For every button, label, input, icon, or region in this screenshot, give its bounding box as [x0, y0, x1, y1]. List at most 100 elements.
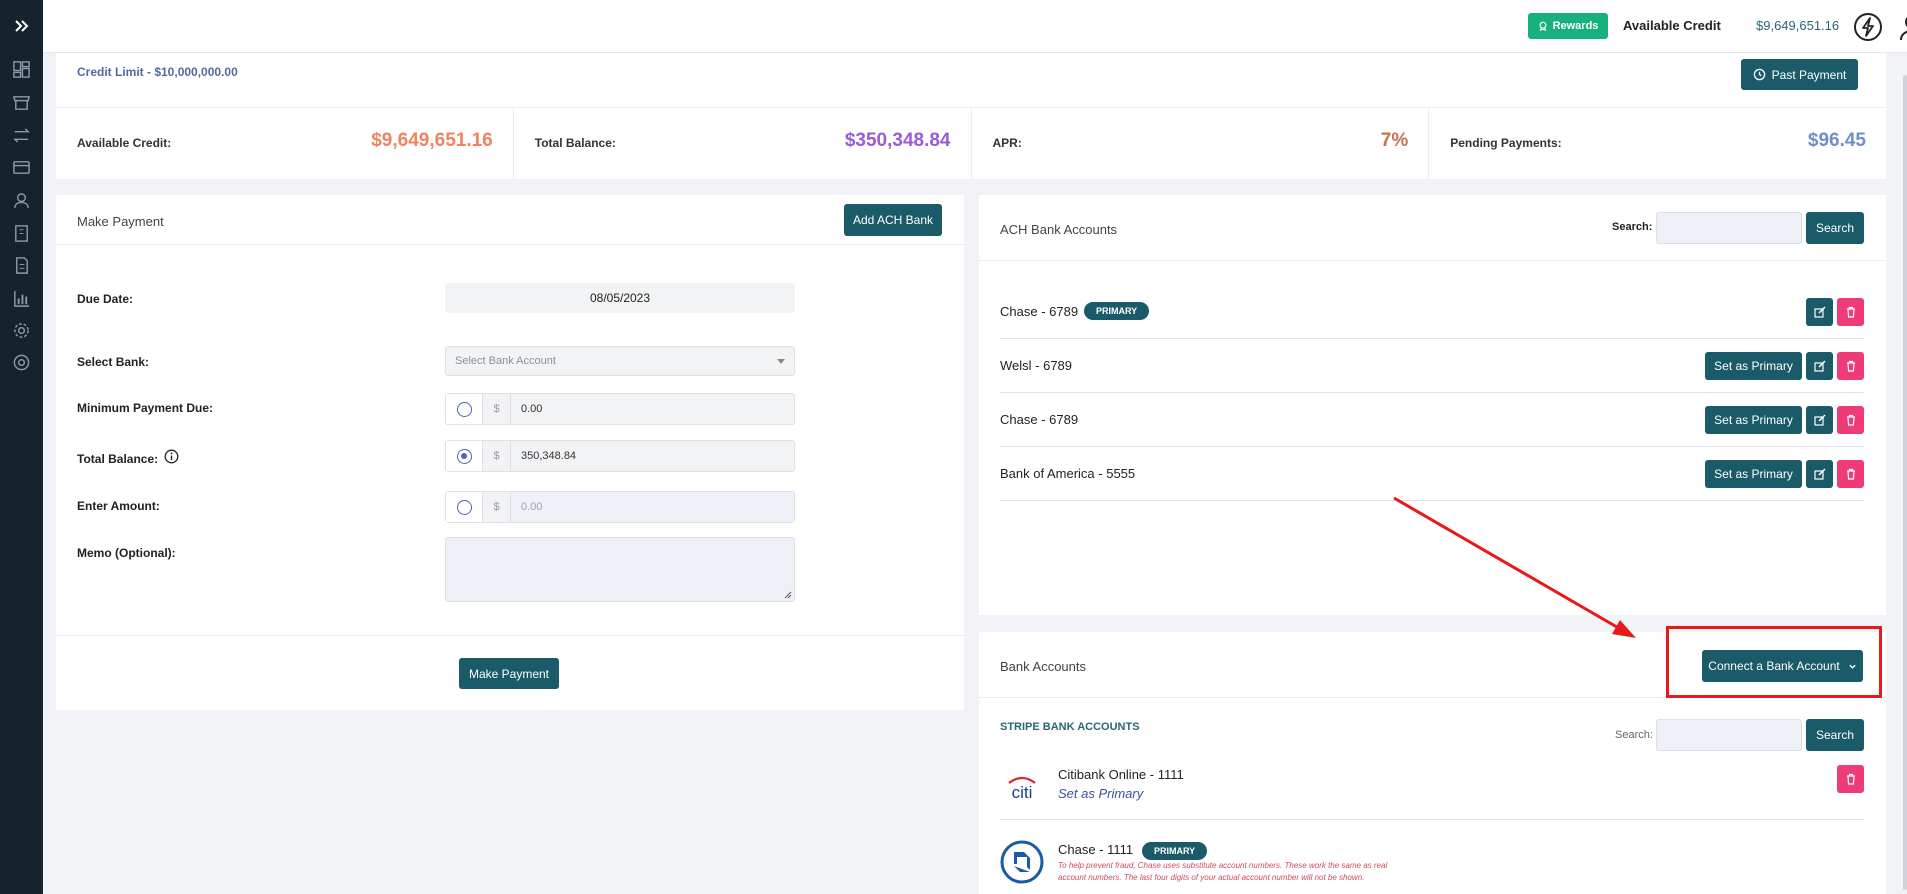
profile-icon[interactable]: [1899, 13, 1907, 41]
document-icon[interactable]: [12, 256, 31, 275]
make-payment-button[interactable]: Make Payment: [459, 658, 559, 689]
transfer-icon[interactable]: [12, 126, 31, 145]
delete-button[interactable]: [1837, 298, 1864, 326]
ach-search-button[interactable]: Search: [1806, 212, 1864, 244]
edit-icon: [1813, 468, 1826, 480]
divider: [56, 635, 964, 636]
edit-button[interactable]: [1806, 298, 1833, 326]
credit-limit: Credit Limit - $10,000,000.00: [77, 65, 238, 79]
divider: [1000, 819, 1864, 820]
ach-search-input[interactable]: [1656, 212, 1802, 244]
rewards-button[interactable]: Rewards: [1528, 13, 1608, 39]
past-payment-label: Past Payment: [1771, 67, 1847, 82]
primary-badge: PRIMARY: [1142, 842, 1208, 860]
total-balance-radio[interactable]: [446, 441, 483, 471]
ach-row: Welsl - 6789 Set as Primary: [1000, 339, 1864, 393]
stat-label: Available Credit:: [77, 136, 172, 150]
minimum-payment-label: Minimum Payment Due:: [77, 401, 214, 415]
chevron-down-icon: [777, 359, 785, 364]
trash-icon: [1846, 468, 1855, 480]
minimum-payment-radio[interactable]: [446, 394, 483, 424]
select-bank-dropdown[interactable]: Select Bank Account: [445, 346, 795, 376]
stat-value: $96.45: [1807, 130, 1866, 151]
delete-button[interactable]: [1837, 406, 1864, 434]
lightning-icon[interactable]: [1853, 12, 1883, 42]
stat-label: Pending Payments:: [1450, 136, 1562, 150]
primary-badge: PRIMARY: [1084, 302, 1150, 320]
trash-icon: [1846, 306, 1855, 318]
enter-amount-radio[interactable]: [446, 492, 483, 522]
help-icon[interactable]: [12, 353, 31, 372]
set-as-primary-button[interactable]: Set as Primary: [1705, 352, 1802, 380]
store-icon[interactable]: [12, 93, 31, 112]
enter-amount-input[interactable]: 0.00: [511, 492, 794, 522]
set-as-primary-link[interactable]: Set as Primary: [1058, 786, 1143, 801]
bank-search-input[interactable]: [1656, 719, 1802, 751]
rewards-label: Rewards: [1552, 20, 1599, 32]
ach-row: Chase - 6789 PRIMARY: [1000, 285, 1864, 339]
select-bank-placeholder: Select Bank Account: [455, 355, 556, 367]
edit-button[interactable]: [1806, 352, 1833, 380]
credit-summary-card: Credit Limit - $10,000,000.00 Past Payme…: [56, 53, 1886, 179]
chase-fraud-note: To help prevent fraud, Chase uses substi…: [1058, 861, 1388, 882]
card-icon[interactable]: [12, 158, 31, 177]
set-as-primary-button[interactable]: Set as Primary: [1705, 460, 1802, 488]
add-ach-bank-button[interactable]: Add ACH Bank: [844, 204, 942, 236]
chase-logo: [1000, 840, 1044, 884]
dashboard-icon[interactable]: [12, 60, 31, 79]
edit-button[interactable]: [1806, 406, 1833, 434]
resize-handle-icon[interactable]: [784, 591, 792, 599]
citibank-logo: citi: [1000, 766, 1044, 810]
annotation-highlight-box: [1666, 626, 1882, 698]
bank-account-name: Chase - 1111: [1058, 842, 1134, 857]
trash-icon: [1846, 360, 1855, 372]
trash-icon: [1846, 414, 1855, 426]
make-payment-card: Make Payment Add ACH Bank Due Date: 08/0…: [56, 195, 964, 710]
currency-symbol: $: [483, 441, 511, 471]
ach-bank-name: Chase - 6789: [1000, 412, 1079, 427]
set-as-primary-button[interactable]: Set as Primary: [1705, 406, 1802, 434]
divider: [56, 244, 964, 245]
settings-icon[interactable]: [12, 321, 31, 340]
svg-text:citi: citi: [1012, 783, 1033, 802]
due-date-label: Due Date:: [77, 292, 134, 306]
ach-bank-accounts-title: ACH Bank Accounts: [1000, 222, 1118, 237]
page-scrollbar[interactable]: [1903, 75, 1907, 890]
edit-icon: [1813, 414, 1826, 426]
due-date-field[interactable]: 08/05/2023: [445, 283, 795, 313]
ach-bank-name: Bank of America - 5555: [1000, 466, 1136, 481]
rewards-icon: [1539, 21, 1547, 31]
ach-bank-accounts-card: ACH Bank Accounts Search: Search Chase -…: [979, 195, 1886, 615]
bank-search-button[interactable]: Search: [1806, 719, 1864, 751]
delete-button[interactable]: [1837, 352, 1864, 380]
stat-value: $9,649,651.16: [371, 130, 493, 151]
info-icon[interactable]: [164, 449, 179, 464]
reports-icon[interactable]: [12, 289, 31, 308]
memo-textarea[interactable]: [445, 537, 795, 602]
stat-value: 7%: [1380, 130, 1409, 151]
stat-label: Total Balance:: [534, 136, 616, 150]
currency-symbol: $: [483, 394, 511, 424]
memo-label: Memo (Optional):: [77, 546, 176, 560]
ach-bank-name: Chase - 6789: [1000, 304, 1079, 319]
bank-accounts-title: Bank Accounts: [1000, 659, 1086, 674]
edit-icon: [1813, 360, 1826, 372]
radio-selected-icon: [456, 448, 472, 464]
delete-button[interactable]: [1837, 765, 1864, 793]
past-payment-button[interactable]: Past Payment: [1741, 59, 1858, 90]
make-payment-title: Make Payment: [77, 214, 164, 229]
bank-account-name: Citibank Online - 1111: [1058, 767, 1184, 782]
stat-pending-payments: Pending Payments: $96.45: [1429, 108, 1886, 179]
history-icon: [1753, 68, 1765, 81]
stat-label: APR:: [992, 136, 1022, 150]
delete-button[interactable]: [1837, 460, 1864, 488]
expand-sidebar-icon[interactable]: [12, 16, 32, 36]
building-icon[interactable]: [12, 224, 31, 243]
currency-symbol: $: [483, 492, 511, 522]
radio-icon: [456, 401, 472, 417]
search-label: Search:: [1612, 221, 1653, 233]
edit-button[interactable]: [1806, 460, 1833, 488]
user-icon[interactable]: [12, 191, 31, 210]
minimum-payment-field: $ 0.00: [445, 393, 795, 425]
minimum-payment-value: 0.00: [521, 403, 543, 415]
